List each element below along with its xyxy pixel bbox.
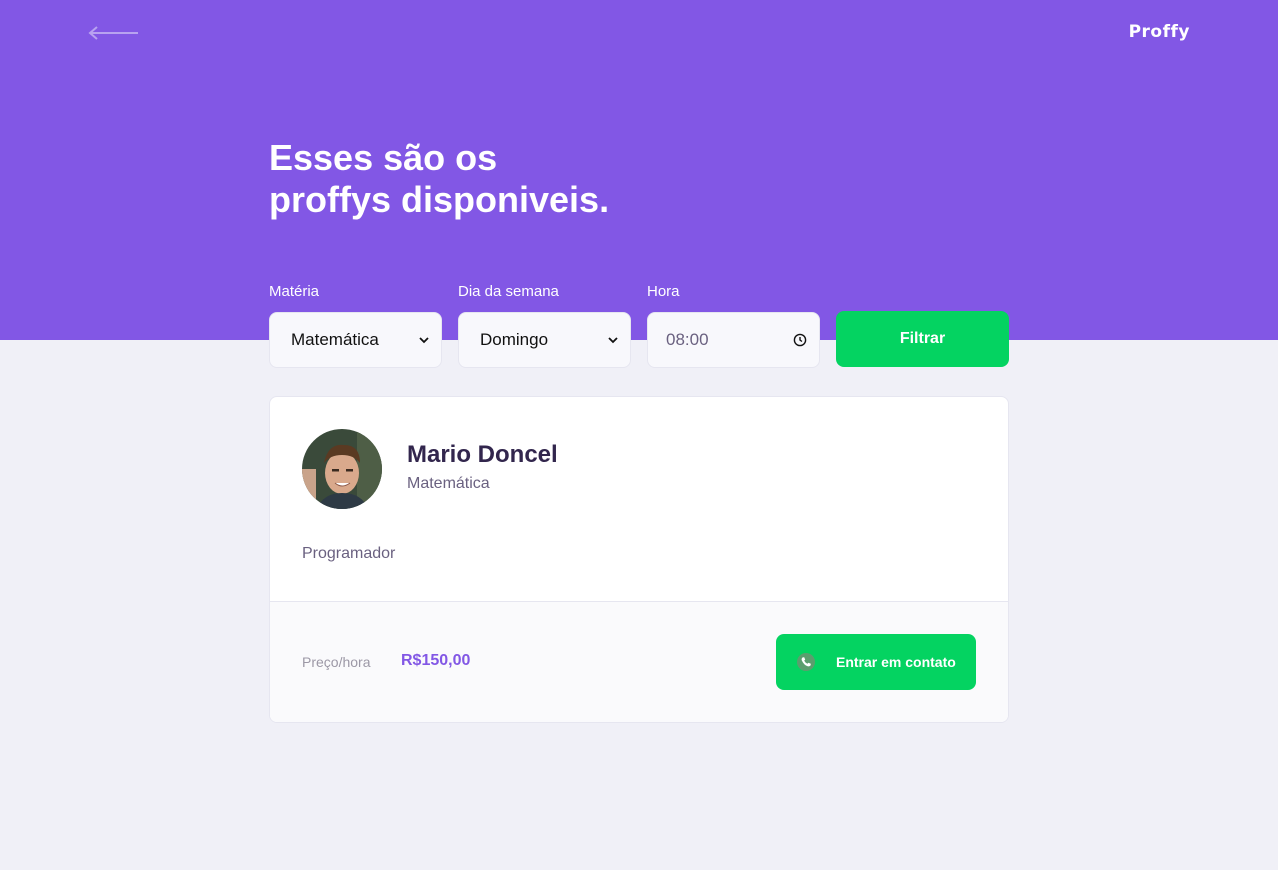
- subject-label: Matéria: [269, 283, 320, 300]
- chevron-down-icon: [419, 337, 429, 344]
- chevron-down-icon: [608, 337, 618, 344]
- arrow-left-icon: [88, 26, 138, 40]
- contact-button[interactable]: Entrar em contato: [776, 634, 976, 690]
- clock-icon[interactable]: [793, 333, 807, 347]
- teacher-card: Mario Doncel Matemática Programador Preç…: [269, 396, 1009, 723]
- page-title-line-2: proffys disponiveis.: [269, 179, 610, 220]
- proffy-logo: Proffy: [1128, 22, 1190, 42]
- time-field: Hora 08:00: [647, 283, 820, 368]
- teacher-name: Mario Doncel: [407, 441, 558, 468]
- page-title: Esses são os proffys disponiveis.: [269, 137, 769, 221]
- search-teachers-form: Matéria Matemática Dia da semana Domingo…: [269, 283, 1009, 368]
- filter-button[interactable]: Filtrar: [836, 311, 1009, 367]
- top-bar: Proffy: [88, 18, 1190, 48]
- subject-field: Matéria Matemática: [269, 283, 442, 368]
- contact-button-label: Entrar em contato: [836, 654, 956, 670]
- weekday-select-value: Domingo: [480, 330, 549, 349]
- teacher-subject: Matemática: [407, 475, 490, 492]
- subject-select[interactable]: Matemática: [269, 312, 442, 368]
- avatar: [302, 429, 382, 509]
- weekday-field: Dia da semana Domingo: [458, 283, 631, 368]
- weekday-select[interactable]: Domingo: [458, 312, 631, 368]
- time-label: Hora: [647, 283, 680, 300]
- weekday-label: Dia da semana: [458, 283, 559, 300]
- time-input-value: 08:00: [666, 330, 709, 349]
- subject-select-value: Matemática: [291, 330, 379, 349]
- price-value: R$150,00: [401, 652, 471, 669]
- whatsapp-icon: [797, 653, 815, 671]
- time-input[interactable]: 08:00: [647, 312, 820, 368]
- page-title-line-1: Esses são os: [269, 137, 498, 178]
- back-button[interactable]: [88, 22, 140, 44]
- teacher-card-footer: Preço/hora R$150,00 Entrar em contato: [270, 601, 1008, 722]
- price-label: Preço/hora: [302, 654, 371, 670]
- teacher-bio: Programador: [302, 545, 396, 562]
